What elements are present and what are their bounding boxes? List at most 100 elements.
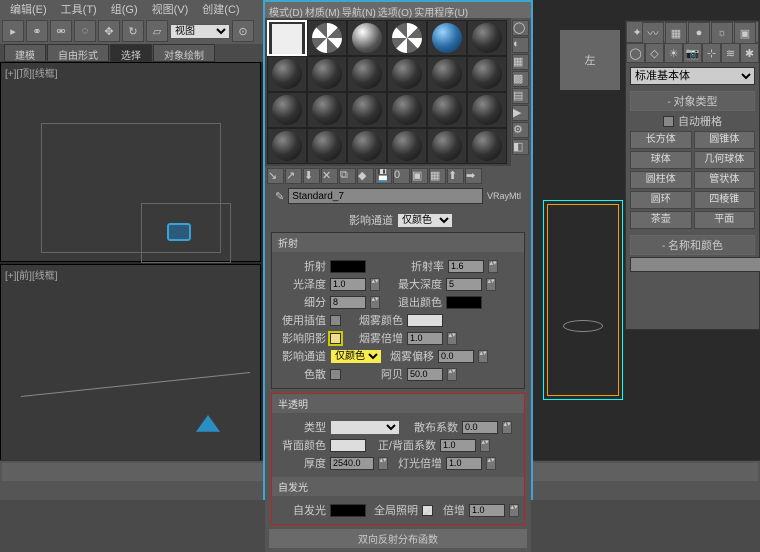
menu-tools[interactable]: 工具(T) — [55, 0, 103, 18]
background-icon[interactable]: ▦ — [512, 54, 529, 70]
material-slot[interactable] — [267, 20, 307, 56]
spinner-arrows-icon[interactable]: ▴▾ — [378, 457, 388, 470]
spinner-arrows-icon[interactable]: ▴▾ — [478, 350, 488, 363]
backcolor-swatch[interactable] — [330, 439, 366, 452]
spinner-arrows-icon[interactable]: ▴▾ — [480, 439, 490, 452]
cone-object[interactable] — [196, 415, 220, 439]
selfillum-title[interactable]: 自发光 — [272, 477, 524, 496]
gi-checkbox[interactable]: ✓ — [422, 505, 433, 516]
abbe-spinner[interactable]: 50.0 — [407, 368, 443, 381]
fogbias-spinner[interactable]: 0.0 — [438, 350, 474, 363]
tab-freeform[interactable]: 自由形式 — [47, 44, 109, 62]
make-unique-icon[interactable]: ◆ — [357, 168, 374, 184]
create-helpers-icon[interactable]: ⊹ — [702, 43, 721, 63]
geometry-category-dropdown[interactable]: 标准基本体 — [630, 67, 755, 85]
render-frame-icon[interactable]: ▣ — [734, 22, 756, 44]
tab-selection[interactable]: 选择 — [110, 44, 152, 62]
create-sphere-button[interactable]: 球体 — [630, 151, 692, 169]
create-cameras-icon[interactable]: 📷 — [683, 43, 702, 63]
unlink-tool-icon[interactable]: ⚮ — [50, 20, 72, 42]
spinner-arrows-icon[interactable]: ▴▾ — [447, 332, 457, 345]
spinner-arrows-icon[interactable]: ▴▾ — [370, 296, 380, 309]
spinner-arrows-icon[interactable]: ▴▾ — [370, 278, 380, 291]
material-slot[interactable] — [387, 92, 427, 128]
spinner-arrows-icon[interactable]: ▴▾ — [486, 457, 496, 470]
translucency-title[interactable]: 半透明 — [272, 394, 524, 413]
material-slot[interactable] — [307, 56, 347, 92]
brdf-rollout-header[interactable]: 双向反射分布函数 — [269, 529, 527, 548]
material-slot[interactable] — [347, 92, 387, 128]
material-slot[interactable] — [387, 128, 427, 164]
material-slot[interactable] — [347, 56, 387, 92]
get-material-icon[interactable]: ↘ — [267, 168, 284, 184]
exit-color-swatch[interactable] — [446, 296, 482, 309]
create-systems-icon[interactable]: ✱ — [740, 43, 759, 63]
menu-edit[interactable]: 编辑(E) — [4, 0, 53, 18]
material-type-button[interactable]: VRayMtl — [487, 191, 521, 201]
material-slot[interactable] — [267, 92, 307, 128]
material-slot[interactable] — [427, 56, 467, 92]
material-name-input[interactable] — [288, 188, 483, 204]
translucent-type-dropdown[interactable] — [330, 420, 400, 435]
tab-objectpaint[interactable]: 对象绘制 — [153, 44, 215, 62]
material-slot[interactable] — [467, 20, 507, 56]
spinner-arrows-icon[interactable]: ▴▾ — [488, 260, 498, 273]
dispersion-checkbox[interactable] — [330, 369, 341, 380]
put-to-lib-icon[interactable]: 💾 — [375, 168, 392, 184]
material-slot[interactable] — [307, 92, 347, 128]
create-torus-button[interactable]: 圆环 — [630, 191, 692, 209]
autogrid-checkbox[interactable] — [663, 116, 674, 127]
reset-icon[interactable]: ✕ — [321, 168, 338, 184]
fbratio-spinner[interactable]: 1.0 — [440, 439, 476, 452]
go-parent-icon[interactable]: ⬆ — [447, 168, 464, 184]
create-spacewarps-icon[interactable]: ≋ — [721, 43, 740, 63]
move-tool-icon[interactable]: ✥ — [98, 20, 120, 42]
create-teapot-button[interactable]: 茶壶 — [630, 211, 692, 229]
schematic-icon[interactable]: ▦ — [665, 22, 687, 44]
material-slot[interactable] — [307, 128, 347, 164]
scale-tool-icon[interactable]: ▱ — [146, 20, 168, 42]
spinner-arrows-icon[interactable]: ▴▾ — [486, 278, 496, 291]
create-box-button[interactable]: 长方体 — [630, 131, 692, 149]
create-geosphere-button[interactable]: 几何球体 — [694, 151, 756, 169]
preview-icon[interactable]: ▶ — [512, 105, 529, 121]
material-slot[interactable] — [467, 92, 507, 128]
matmenu-material[interactable]: 材质(M) — [305, 4, 340, 16]
material-slot[interactable] — [427, 128, 467, 164]
matmenu-options[interactable]: 选项(O) — [378, 4, 412, 16]
refract-color-swatch[interactable] — [330, 260, 366, 273]
go-sibling-icon[interactable]: ➡ — [465, 168, 482, 184]
spinner-arrows-icon[interactable]: ▴▾ — [502, 421, 512, 434]
affect-channel-dropdown-refract[interactable]: 仅颜色 — [330, 349, 382, 364]
bind-tool-icon[interactable]: ◌ — [74, 20, 96, 42]
material-slot[interactable] — [467, 56, 507, 92]
rotate-tool-icon[interactable]: ↻ — [122, 20, 144, 42]
material-editor-icon[interactable]: ● — [688, 22, 710, 44]
object-type-title[interactable]: - 对象类型 — [630, 91, 755, 111]
select-by-mat-icon[interactable]: ◧ — [512, 139, 529, 155]
material-slot[interactable] — [307, 20, 347, 56]
link-tool-icon[interactable]: ⚭ — [26, 20, 48, 42]
selfillum-mult-spinner[interactable]: 1.0 — [469, 504, 505, 517]
create-plane-button[interactable]: 平面 — [694, 211, 756, 229]
menu-group[interactable]: 组(G) — [105, 0, 144, 18]
affect-shadow-checkbox[interactable] — [330, 333, 341, 344]
viewport-top[interactable]: [+][顶][线框] — [0, 62, 261, 262]
selfillum-swatch[interactable] — [330, 504, 366, 517]
name-color-title[interactable]: - 名称和颜色 — [630, 235, 755, 255]
fogmult-spinner[interactable]: 1.0 — [407, 332, 443, 345]
put-to-scene-icon[interactable]: ↗ — [285, 168, 302, 184]
uv-tile-icon[interactable]: ▩ — [512, 71, 529, 87]
menu-create[interactable]: 创建(C) — [196, 0, 245, 18]
selected-object[interactable] — [167, 223, 191, 241]
backlight-icon[interactable]: ◐ — [512, 37, 529, 53]
create-shapes-icon[interactable]: ◇ — [645, 43, 664, 63]
show-end-icon[interactable]: ▦ — [429, 168, 446, 184]
create-pyramid-button[interactable]: 四棱锥 — [694, 191, 756, 209]
material-slot[interactable] — [347, 20, 387, 56]
lightmult-spinner[interactable]: 1.0 — [446, 457, 482, 470]
create-cylinder-button[interactable]: 圆柱体 — [630, 171, 692, 189]
assign-icon[interactable]: ⬇ — [303, 168, 320, 184]
scatter-spinner[interactable]: 0.0 — [462, 421, 498, 434]
use-interp-checkbox[interactable] — [330, 315, 341, 326]
